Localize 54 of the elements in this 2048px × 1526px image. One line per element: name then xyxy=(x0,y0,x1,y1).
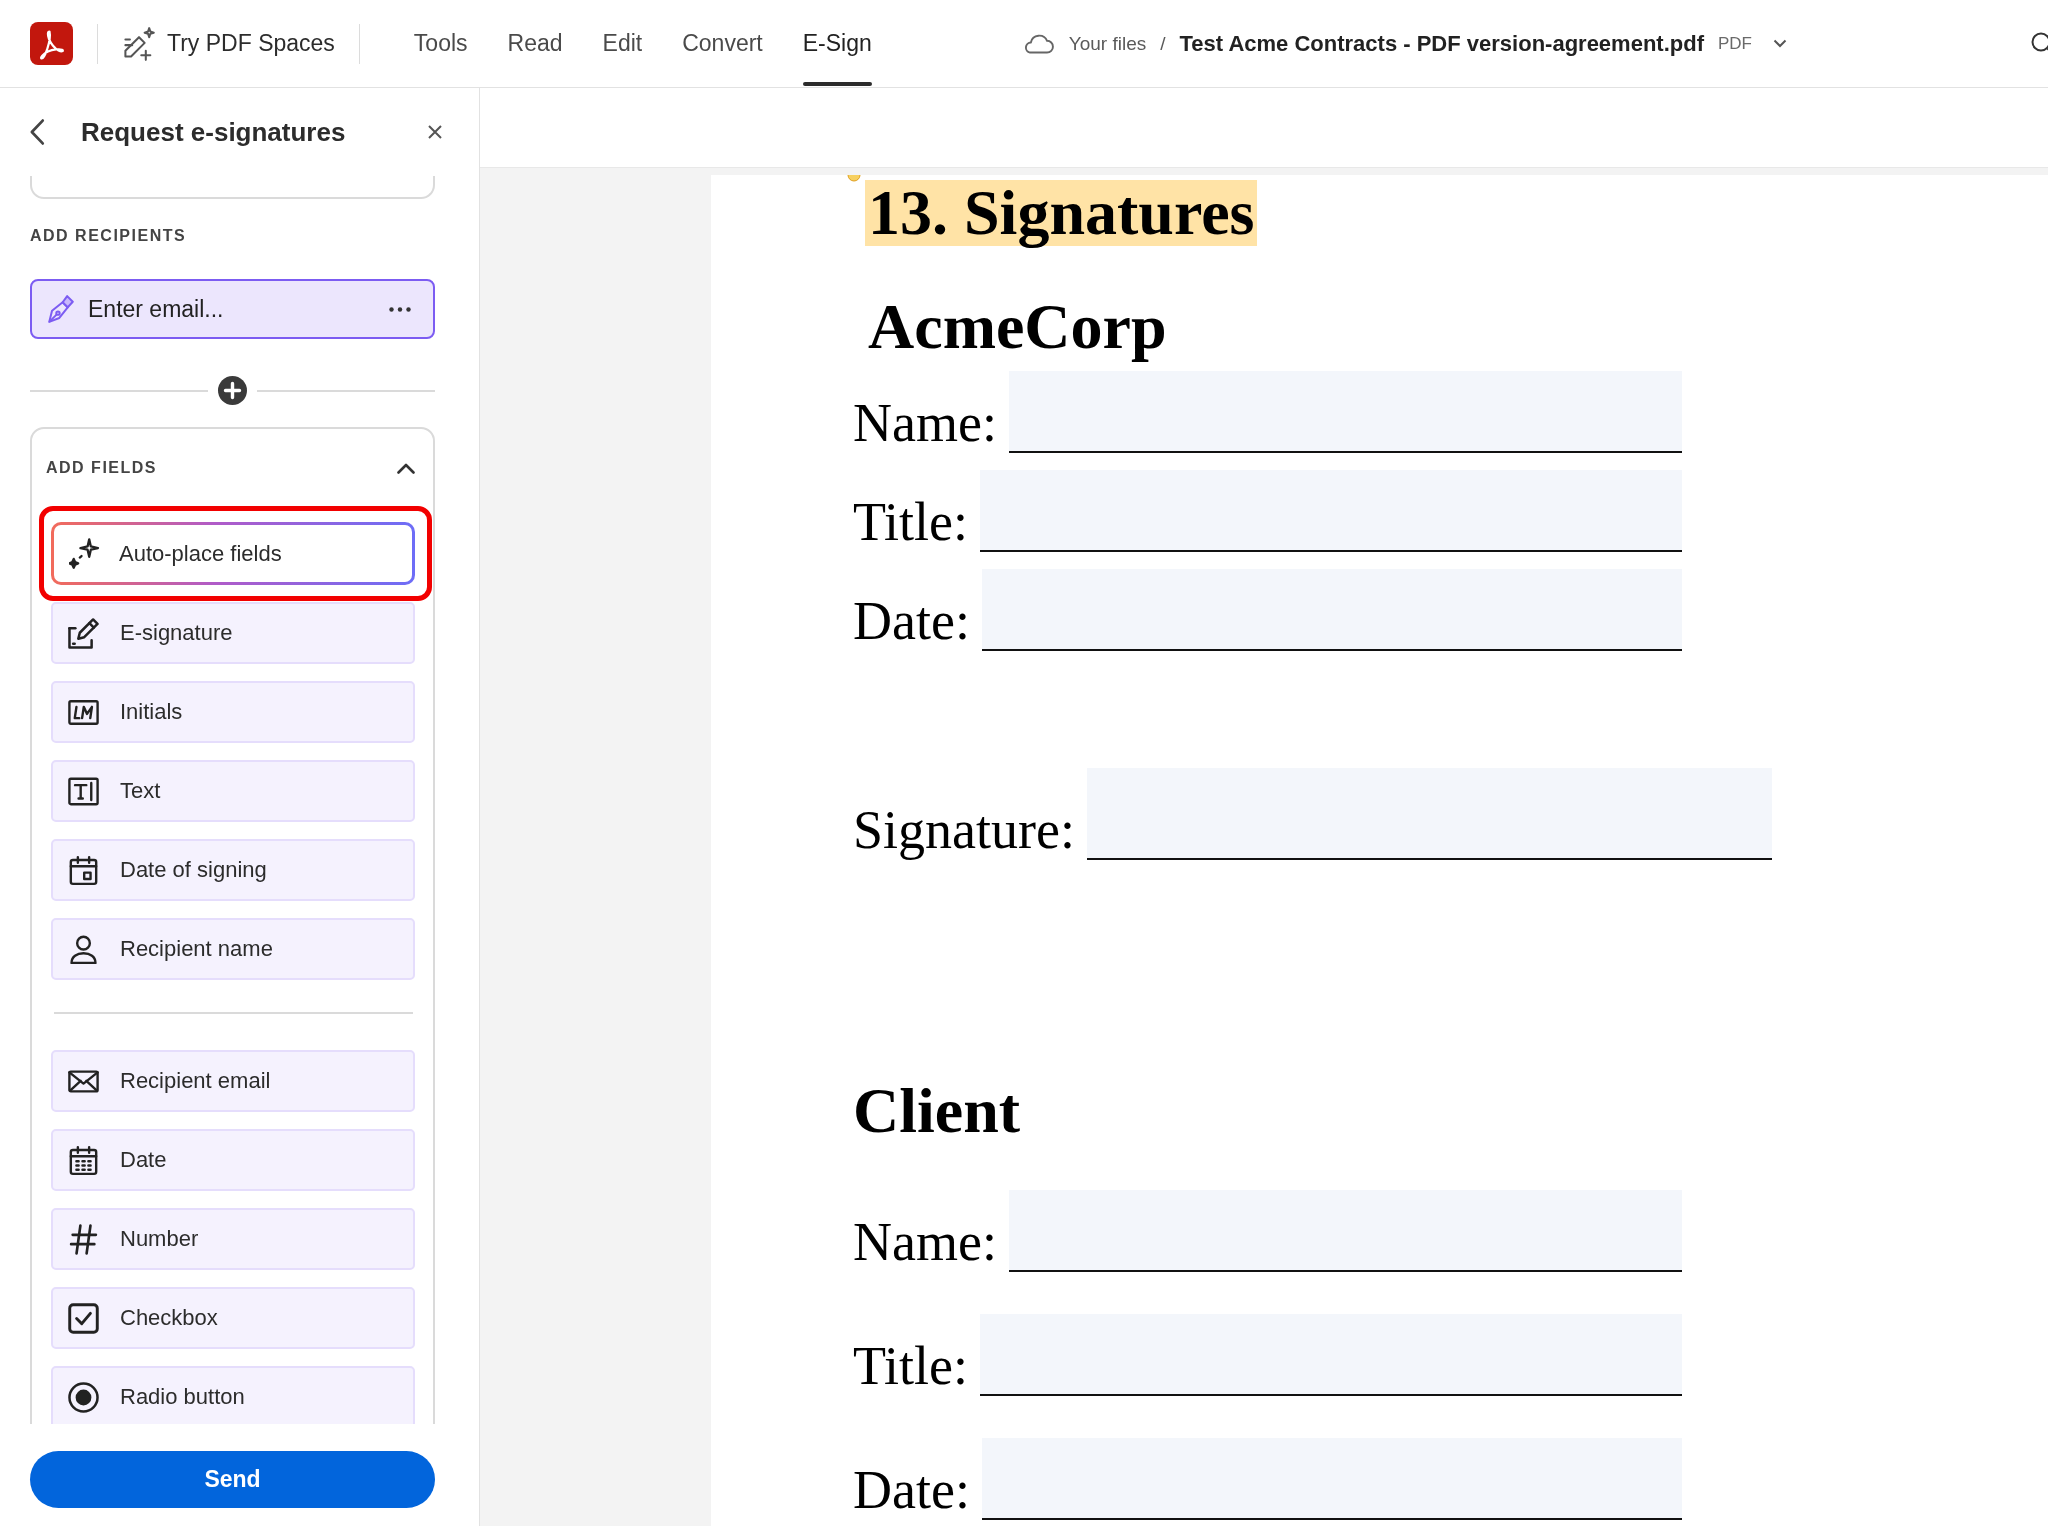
section-heading: ADD FIELDS xyxy=(46,458,157,478)
calendar-grid-icon xyxy=(68,1144,99,1176)
breadcrumb-link[interactable]: Your files xyxy=(1068,32,1147,55)
field-type-button[interactable]: Radio button xyxy=(51,1366,415,1424)
sparkle-icon xyxy=(69,538,100,569)
text-cursor-icon xyxy=(68,775,99,807)
hash-icon xyxy=(68,1223,99,1255)
note-marker-icon[interactable] xyxy=(847,175,861,182)
breadcrumb-separator: / xyxy=(1160,32,1166,55)
tab[interactable]: Read xyxy=(507,0,563,87)
field-label: Name: xyxy=(853,396,997,450)
field-type-button[interactable]: E-signature xyxy=(51,602,415,664)
app-logo-icon[interactable] xyxy=(30,22,73,65)
field-type-button[interactable]: Initials xyxy=(51,681,415,743)
chevron-up-icon[interactable] xyxy=(397,462,415,474)
panel-title: Request e-signatures xyxy=(81,116,346,148)
tab[interactable]: Edit xyxy=(602,0,643,87)
plus-circle-icon[interactable] xyxy=(218,376,247,405)
field-label: Date: xyxy=(853,594,970,648)
calendar-icon xyxy=(68,854,99,886)
email-field[interactable]: Enter email... xyxy=(30,279,435,339)
pen-on-box-icon xyxy=(68,617,99,649)
chevron-left-icon[interactable] xyxy=(29,118,45,146)
auto-place-button[interactable]: Auto-place fields xyxy=(51,522,415,585)
radio-icon xyxy=(68,1381,99,1413)
tab[interactable]: Tools xyxy=(413,0,468,87)
tab[interactable]: E-Sign xyxy=(802,0,872,87)
checkbox-icon xyxy=(68,1302,99,1334)
chevron-down-icon[interactable] xyxy=(1773,39,1787,48)
person-icon xyxy=(68,933,99,965)
field-label: Date: xyxy=(853,1463,970,1517)
field-type-button[interactable]: Text xyxy=(51,760,415,822)
field-type-button[interactable]: Date xyxy=(51,1129,415,1191)
send-button[interactable]: Send xyxy=(30,1451,435,1508)
field-type-button[interactable]: Date of signing xyxy=(51,839,415,901)
party-heading: AcmeCorp xyxy=(868,290,1167,364)
document-heading: 13. Signatures xyxy=(865,180,1258,246)
sparkle-pencil-icon xyxy=(122,26,156,61)
party-heading: Client xyxy=(853,1074,1021,1148)
field-label: Title: xyxy=(853,1339,969,1393)
spaces-button[interactable]: Try PDF Spaces xyxy=(122,26,335,61)
field-type-button[interactable]: Number xyxy=(51,1208,415,1270)
field-type-button[interactable]: Recipient name xyxy=(51,918,415,980)
field-label: Title: xyxy=(853,495,969,549)
field-type-button[interactable]: Recipient email xyxy=(51,1050,415,1112)
tab[interactable]: Convert xyxy=(682,0,763,87)
field-type-button[interactable]: Checkbox xyxy=(51,1287,415,1349)
section-heading: ADD RECIPIENTS xyxy=(30,226,188,246)
file-name: Test Acme Contracts - PDF version-agreement.pdf xyxy=(1179,30,1704,57)
more-icon[interactable] xyxy=(389,307,411,312)
file-type-label: PDF xyxy=(1718,33,1752,54)
close-icon[interactable] xyxy=(427,124,443,140)
pen-nib-icon xyxy=(47,295,75,323)
field-label: Name: xyxy=(853,1215,997,1269)
